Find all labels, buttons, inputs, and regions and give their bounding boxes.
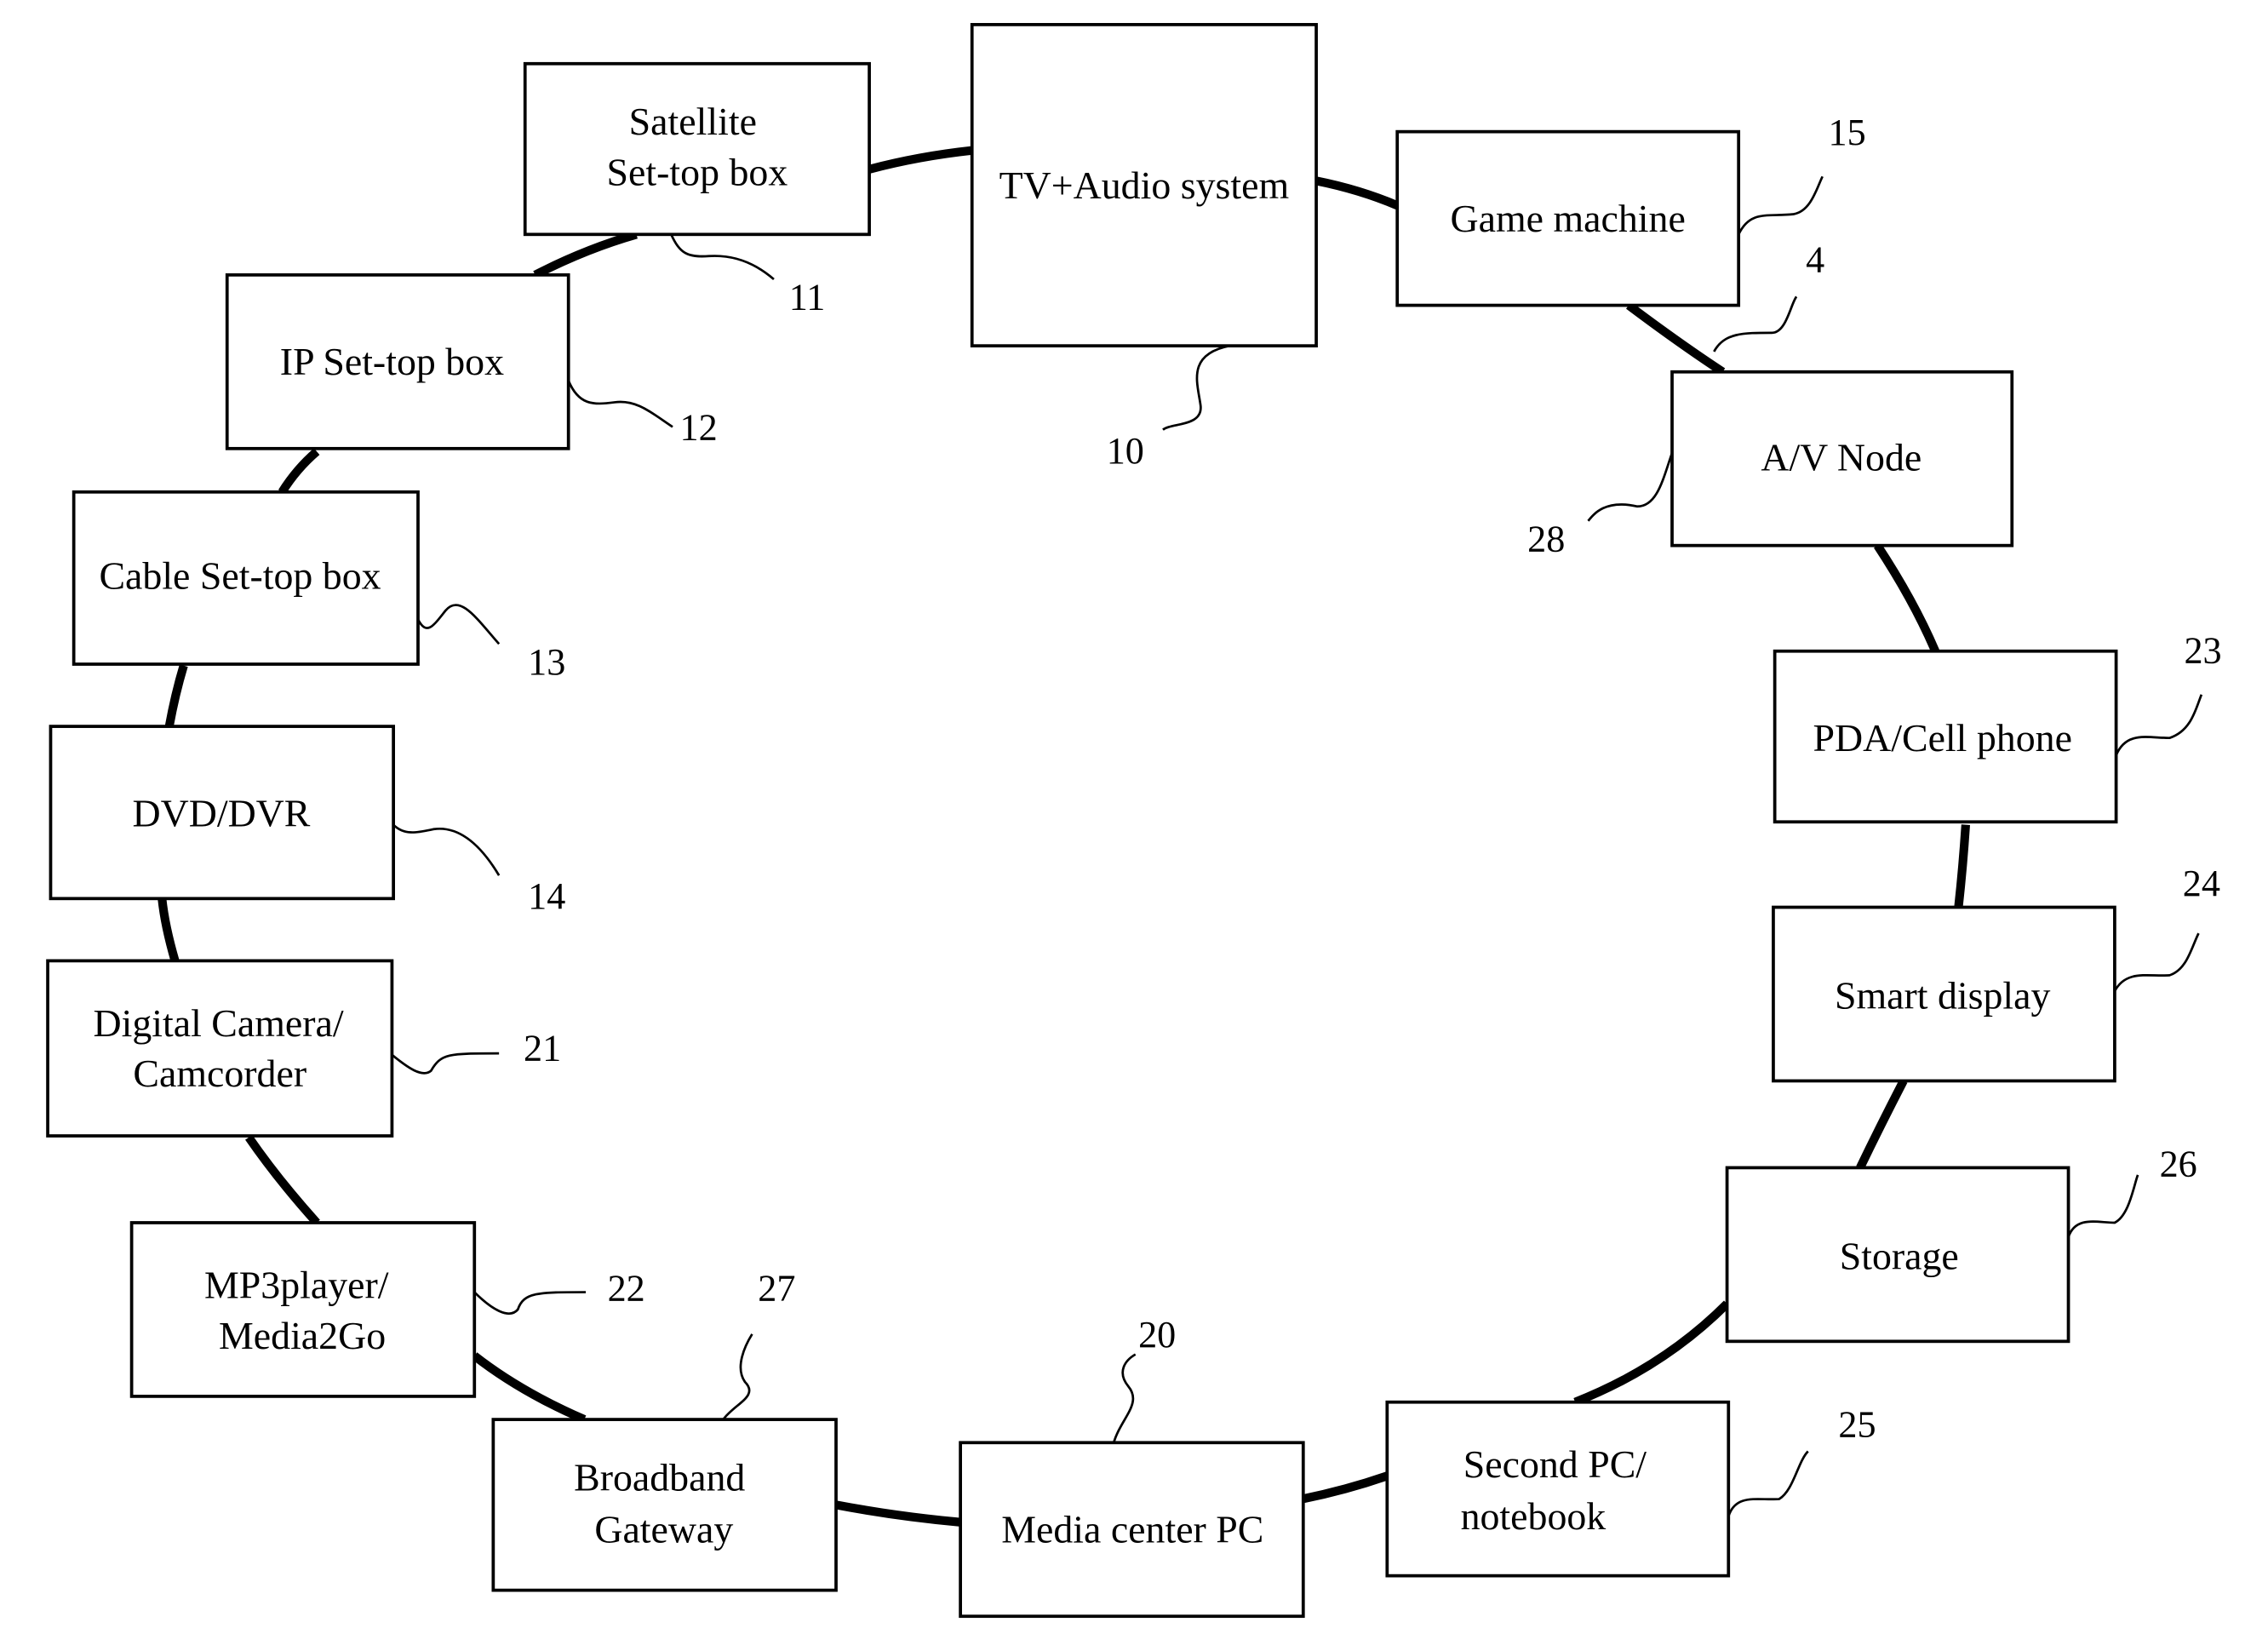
leader-27: [722, 1333, 753, 1420]
node-digital-camera-camcorder: Digital Camera/ Camcorder: [46, 959, 394, 1138]
node-satellite-set-top-box: Satellite Set-top box: [523, 61, 871, 237]
node-smart-display: Smart display: [1772, 905, 2116, 1083]
ref-12: 12: [680, 407, 718, 449]
link-satellite-tv: [868, 146, 973, 174]
node-dvd-dvr: DVD/DVR: [49, 725, 395, 901]
link-ipstb-satellite: [533, 230, 638, 279]
leader-22: [473, 1291, 587, 1315]
node-label: IP Set-top box: [280, 340, 504, 383]
leader-21: [391, 1052, 500, 1075]
node-label: DVD/DVR: [132, 791, 310, 834]
node-label: TV+Audio system: [999, 163, 1289, 207]
link-dvd-cable: [164, 664, 188, 728]
node-label: Storage: [1840, 1234, 1959, 1277]
ref-25: 25: [1838, 1403, 1876, 1445]
node-media-center-pc: Media center PC: [959, 1441, 1305, 1619]
ref-20: 20: [1138, 1314, 1176, 1356]
node-label: Set-top box: [607, 151, 788, 194]
leader-13: [416, 604, 501, 645]
node-label: MP3player/: [204, 1263, 389, 1306]
leader-23: [2115, 694, 2203, 756]
leader-28: [1587, 452, 1674, 522]
node-label: Game machine: [1451, 197, 1686, 240]
node-label: Second PC/: [1463, 1442, 1647, 1486]
link-mp3-camera: [245, 1134, 320, 1226]
ref-13: 13: [528, 641, 565, 683]
ref-22: 22: [608, 1268, 645, 1310]
leader-15: [1737, 175, 1824, 235]
ref-26: 26: [2160, 1144, 2197, 1185]
link-mediacenter-broadband: [835, 1500, 961, 1527]
link-tv-game: [1315, 176, 1400, 210]
link-secondpc-mediacenter: [1301, 1471, 1389, 1504]
link-game-avnode: [1625, 301, 1726, 376]
node-label: PDA/Cell phone: [1813, 716, 2072, 760]
node-game-machine: Game machine: [1395, 129, 1741, 307]
link-pda-smartdisplay: [1954, 824, 1970, 909]
link-camera-dvd: [158, 897, 180, 962]
node-ip-set-top-box: IP Set-top box: [225, 273, 570, 450]
node-label: Satellite: [629, 100, 757, 143]
leader-24: [2113, 932, 2200, 992]
node-broadband-gateway: Broadband Gateway: [491, 1418, 838, 1592]
node-label: Camcorder: [133, 1052, 306, 1095]
node-label: Cable Set-top box: [99, 554, 381, 598]
link-storage-secondpc: [1573, 1300, 1731, 1407]
node-tv-audio-system: TV+Audio system: [970, 23, 1318, 348]
ref-24: 24: [2183, 863, 2220, 904]
node-mp3player-media2go: MP3player/ Media2Go: [129, 1221, 477, 1398]
node-label: notebook: [1461, 1494, 1606, 1538]
ref-21: 21: [524, 1028, 561, 1069]
link-cable-ipstb: [278, 448, 320, 495]
leader-26: [2067, 1174, 2139, 1238]
node-label: Digital Camera/: [93, 1001, 343, 1045]
link-smartdisplay-storage: [1856, 1079, 1908, 1170]
link-broadband-mp3: [472, 1352, 587, 1424]
link-avnode-pda: [1874, 542, 1939, 653]
leader-11: [670, 233, 775, 281]
node-label: A/V Node: [1761, 435, 1922, 479]
node-label: Gateway: [594, 1508, 733, 1551]
leader-20: [1112, 1353, 1137, 1443]
ref-14: 14: [528, 875, 565, 917]
home-network-ring-diagram: TV+Audio system Game machine A/V Node PD…: [46, 23, 2222, 1619]
ref-28: 28: [1527, 518, 1565, 559]
ref-10: 10: [1107, 430, 1144, 472]
node-label: Media2Go: [219, 1314, 386, 1357]
node-label: Broadband: [574, 1455, 745, 1499]
leader-14: [392, 823, 501, 876]
leader-25: [1727, 1450, 1809, 1517]
node-cable-set-top-box: Cable Set-top box: [72, 490, 420, 666]
ref-27: 27: [758, 1268, 795, 1310]
node-pda-cell-phone: PDA/Cell phone: [1773, 649, 2118, 824]
node-label: Smart display: [1835, 973, 2051, 1017]
node-av-node: A/V Node: [1670, 370, 2014, 547]
leader-12: [567, 380, 673, 428]
node-second-pc-notebook: Second PC/ notebook: [1385, 1400, 1731, 1578]
ref-15: 15: [1829, 112, 1866, 153]
node-storage: Storage: [1725, 1166, 2070, 1344]
ref-23: 23: [2184, 629, 2221, 671]
leader-10: [1162, 344, 1230, 431]
ref-4: 4: [1806, 238, 1824, 280]
node-label: Media center PC: [1001, 1508, 1263, 1551]
ref-11: 11: [789, 277, 826, 318]
